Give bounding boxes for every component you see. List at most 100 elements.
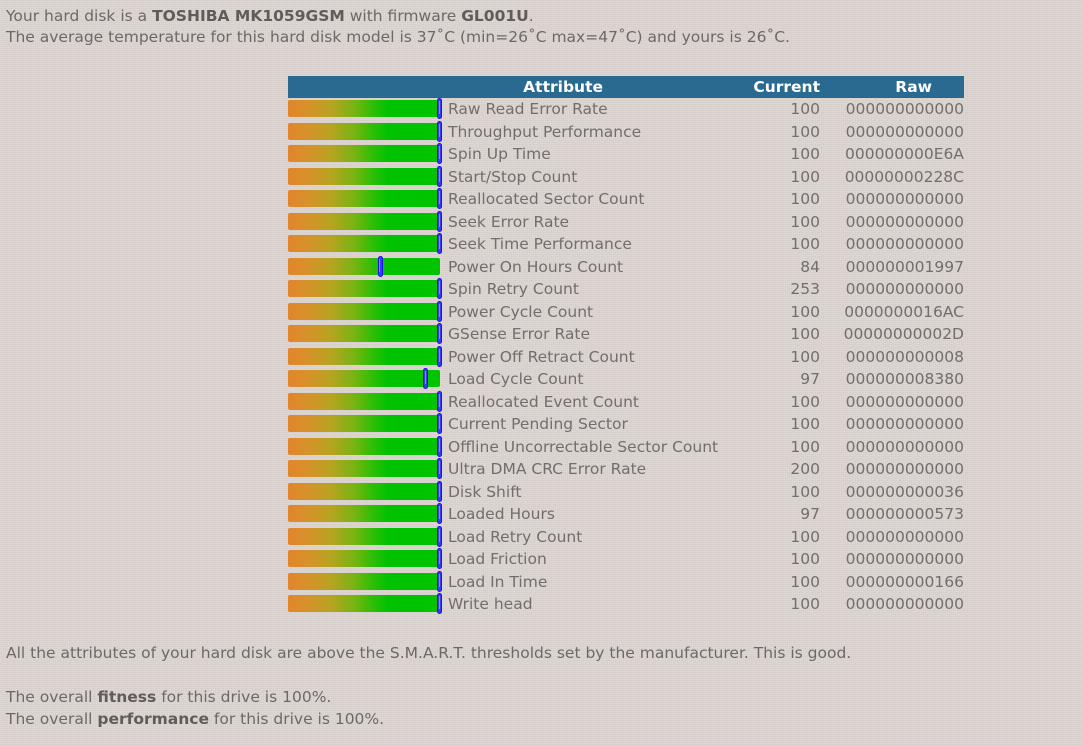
intro-prefix: Your hard disk is a — [6, 7, 153, 25]
table-row: Reallocated Event Count 100 000000000000 — [288, 390, 964, 414]
attribute-raw-value: 00000000002D — [843, 325, 964, 343]
health-value-marker — [437, 593, 442, 614]
attribute-current-value: 100 — [790, 122, 820, 141]
health-gradient-track — [288, 325, 440, 342]
health-value-marker — [437, 165, 442, 187]
health-value-marker — [437, 480, 442, 502]
attribute-health-bar — [288, 188, 442, 209]
health-value-marker — [423, 368, 429, 389]
table-row: GSense Error Rate 100 00000000002D — [288, 323, 964, 346]
health-gradient-track — [288, 550, 440, 567]
health-value-marker — [437, 570, 442, 592]
attribute-name: Spin Up Time — [448, 145, 551, 163]
attribute-name: Power On Hours Count — [448, 257, 624, 276]
table-row: Write head 100 000000000000 — [288, 593, 964, 616]
health-gradient-track — [288, 505, 440, 522]
table-header-row: Attribute Current Raw — [288, 76, 964, 98]
health-gradient-track — [288, 257, 440, 275]
attribute-current-value: 200 — [790, 460, 820, 478]
table-row: Power Cycle Count 100 0000000016AC — [288, 300, 964, 324]
attribute-raw-value: 000000000000 — [845, 460, 964, 478]
health-value-marker — [437, 300, 442, 322]
attribute-current-value: 100 — [790, 595, 820, 613]
table-row: Power On Hours Count 84 000000001997 — [288, 255, 964, 279]
drive-model-line: Your hard disk is a TOSHIBA MK1059GSM wi… — [6, 6, 790, 27]
health-gradient-track — [288, 370, 440, 387]
health-value-marker — [377, 255, 383, 277]
attribute-name: Power Cycle Count — [448, 302, 594, 321]
health-gradient-track — [288, 235, 440, 252]
attribute-raw-value: 0000000016AC — [844, 302, 964, 321]
intro-period: . — [528, 7, 534, 25]
table-body: Raw Read Error Rate 100 000000000000 Throug… — [288, 98, 964, 616]
fitness-suffix: for this drive is 100%. — [156, 688, 332, 706]
attribute-current-value: 100 — [790, 437, 820, 456]
text-spacer — [6, 664, 851, 686]
attribute-health-bar — [288, 503, 442, 524]
attribute-current-value: 100 — [790, 235, 820, 253]
health-gradient-track — [288, 460, 440, 477]
table-row: Reallocated Sector Count 100 000000000000 — [288, 188, 964, 211]
attribute-name: Ultra DMA CRC Error Rate — [448, 460, 647, 478]
attribute-name: Seek Time Performance — [448, 235, 632, 253]
fitness-label: fitness — [97, 688, 157, 706]
attribute-raw-value: 000000000000 — [845, 392, 964, 411]
attribute-name: Load Friction — [448, 550, 547, 568]
health-gradient-track — [288, 302, 440, 320]
attribute-name: Raw Read Error Rate — [448, 100, 608, 118]
attribute-name: Reallocated Event Count — [448, 392, 639, 411]
attribute-raw-value: 000000000000 — [845, 415, 964, 433]
attribute-name: Seek Error Rate — [448, 212, 570, 231]
attribute-current-value: 100 — [790, 325, 820, 343]
table-row: Load Retry Count 100 000000000000 — [288, 525, 964, 549]
table-row: Spin Up Time 100 000000000E6A — [288, 143, 964, 166]
attribute-name: Load In Time — [448, 572, 548, 591]
attribute-current-value: 253 — [790, 280, 820, 298]
table-row: Start/Stop Count 100 00000000228C — [288, 165, 964, 189]
attribute-raw-value: 000000000008 — [845, 347, 964, 366]
attribute-name: Load Cycle Count — [448, 370, 584, 388]
fitness-line: The overall fitness for this drive is 10… — [6, 686, 851, 708]
health-gradient-track — [288, 190, 440, 207]
summary-text: All the attributes of your hard disk are… — [6, 642, 851, 730]
attribute-health-bar — [288, 480, 442, 502]
health-value-marker — [437, 233, 442, 254]
attribute-raw-value: 000000008380 — [845, 370, 964, 388]
attribute-current-value: 100 — [790, 212, 820, 231]
smart-attributes-table: Attribute Current Raw Raw Read Error Rat… — [288, 76, 964, 616]
attribute-name: Offline Uncorrectable Sector Count — [448, 437, 719, 456]
health-gradient-track — [288, 595, 440, 612]
attribute-current-value: 100 — [790, 572, 820, 591]
performance-prefix: The overall — [6, 710, 98, 728]
attribute-raw-value: 000000000000 — [845, 550, 964, 568]
attribute-current-value: 100 — [790, 145, 820, 163]
table-row: Ultra DMA CRC Error Rate 200 000000000000 — [288, 458, 964, 481]
attribute-raw-value: 000000000036 — [845, 482, 964, 501]
attribute-name: Start/Stop Count — [448, 167, 578, 186]
attribute-name: Loaded Hours — [448, 505, 555, 523]
health-gradient-track — [288, 100, 440, 117]
health-gradient-track — [288, 482, 440, 500]
attribute-current-value: 100 — [790, 100, 820, 118]
attribute-current-value: 84 — [800, 257, 820, 276]
attribute-raw-value: 000000000000 — [845, 235, 964, 253]
attribute-current-value: 100 — [790, 550, 820, 568]
attribute-raw-value: 000000000000 — [845, 527, 964, 546]
health-value-marker — [437, 458, 442, 479]
attribute-raw-value: 000000001997 — [845, 257, 964, 276]
health-gradient-track — [288, 212, 440, 230]
table-row: Load In Time 100 000000000166 — [288, 570, 964, 594]
health-gradient-track — [288, 145, 440, 162]
health-value-marker — [437, 548, 442, 569]
attribute-raw-value: 000000000000 — [845, 280, 964, 298]
drive-firmware-version: GL001U — [461, 7, 529, 25]
table-row: Raw Read Error Rate 100 000000000000 — [288, 98, 964, 121]
attribute-current-value: 100 — [790, 415, 820, 433]
attribute-health-bar — [288, 525, 442, 547]
table-row: Throughput Performance 100 000000000000 — [288, 120, 964, 144]
drive-temperature-line: The average temperature for this hard di… — [6, 28, 790, 46]
attribute-raw-value: 000000000000 — [845, 100, 964, 118]
attribute-health-bar — [288, 435, 442, 457]
column-header-current: Current — [753, 78, 820, 96]
table-row: Power Off Retract Count 100 000000000008 — [288, 345, 964, 369]
